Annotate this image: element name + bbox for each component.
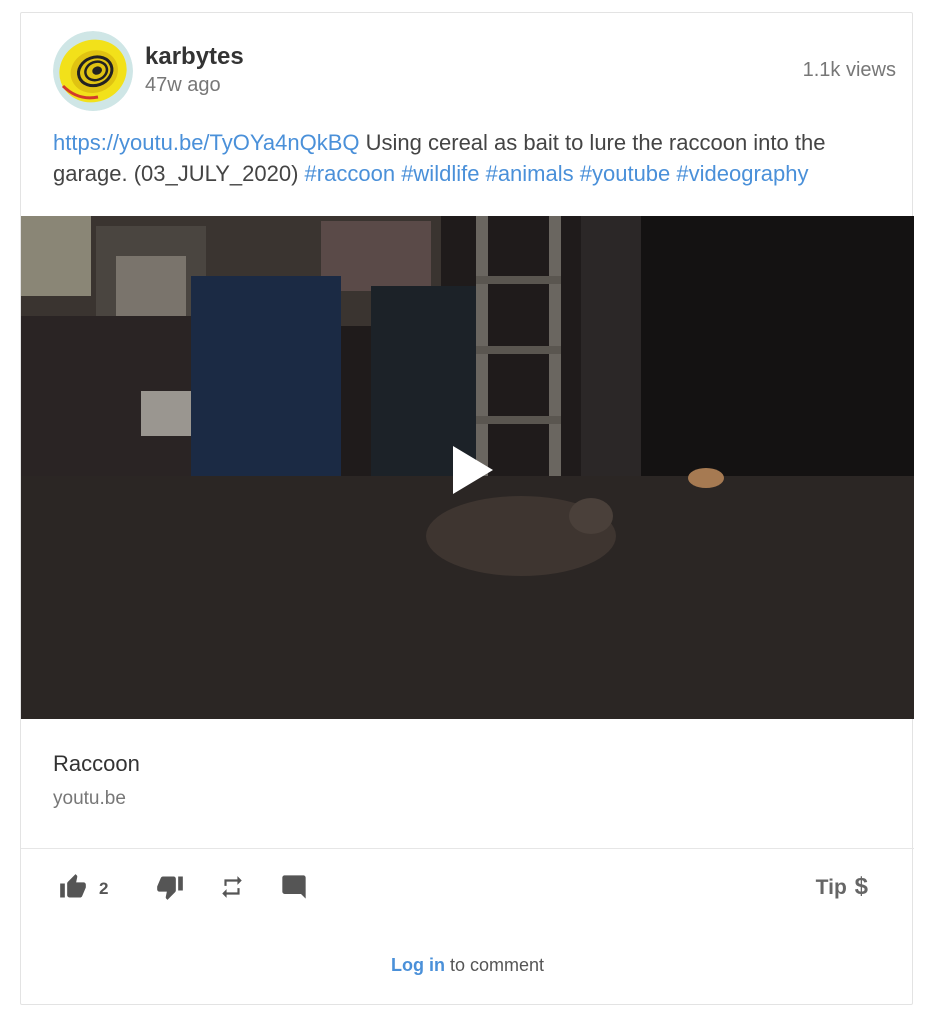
thumb-up-icon — [60, 874, 86, 898]
video-url-link[interactable]: https://youtu.be/TyOYa4nQkBQ — [53, 130, 360, 155]
video-thumbnail[interactable] — [21, 216, 914, 719]
link-preview-domain: youtu.be — [53, 788, 126, 809]
hashtag-link[interactable]: #animals — [486, 161, 574, 186]
dislike-button[interactable] — [156, 873, 184, 906]
comment-prompt: Log in to comment — [21, 955, 914, 976]
hashtag-link[interactable]: #youtube — [580, 161, 671, 186]
hashtag-link[interactable]: #videography — [676, 161, 808, 186]
action-bar: 2 Tip $ — [21, 863, 914, 913]
like-count: 2 — [99, 879, 109, 898]
thumb-down-icon — [157, 876, 183, 900]
login-link[interactable]: Log in — [391, 955, 445, 975]
hashtag-link[interactable]: #wildlife — [401, 161, 479, 186]
comment-button[interactable] — [280, 873, 308, 906]
post-header: karbytes 47w ago 1.1k views — [53, 31, 896, 111]
like-button[interactable] — [59, 873, 87, 906]
comment-icon — [282, 875, 306, 899]
view-count: 1.1k views — [802, 59, 896, 81]
username-link[interactable]: karbytes — [145, 43, 244, 71]
repost-icon — [222, 876, 242, 898]
post-time[interactable]: 47w ago — [145, 74, 221, 97]
avatar[interactable] — [53, 31, 133, 111]
play-icon — [453, 446, 493, 494]
dollar-icon: $ — [854, 873, 868, 900]
tip-button[interactable]: Tip $ — [816, 873, 868, 901]
play-button[interactable] — [451, 444, 495, 501]
link-preview-title[interactable]: Raccoon — [53, 751, 140, 777]
post-card: karbytes 47w ago 1.1k views https://yout… — [20, 12, 914, 1005]
tip-label: Tip — [815, 876, 847, 899]
post-text: https://youtu.be/TyOYa4nQkBQ Using cerea… — [53, 127, 893, 189]
divider — [21, 848, 914, 849]
comment-prompt-text: to comment — [444, 955, 545, 975]
repost-button[interactable] — [219, 873, 245, 906]
hashtag-link[interactable]: #raccoon — [305, 161, 396, 186]
